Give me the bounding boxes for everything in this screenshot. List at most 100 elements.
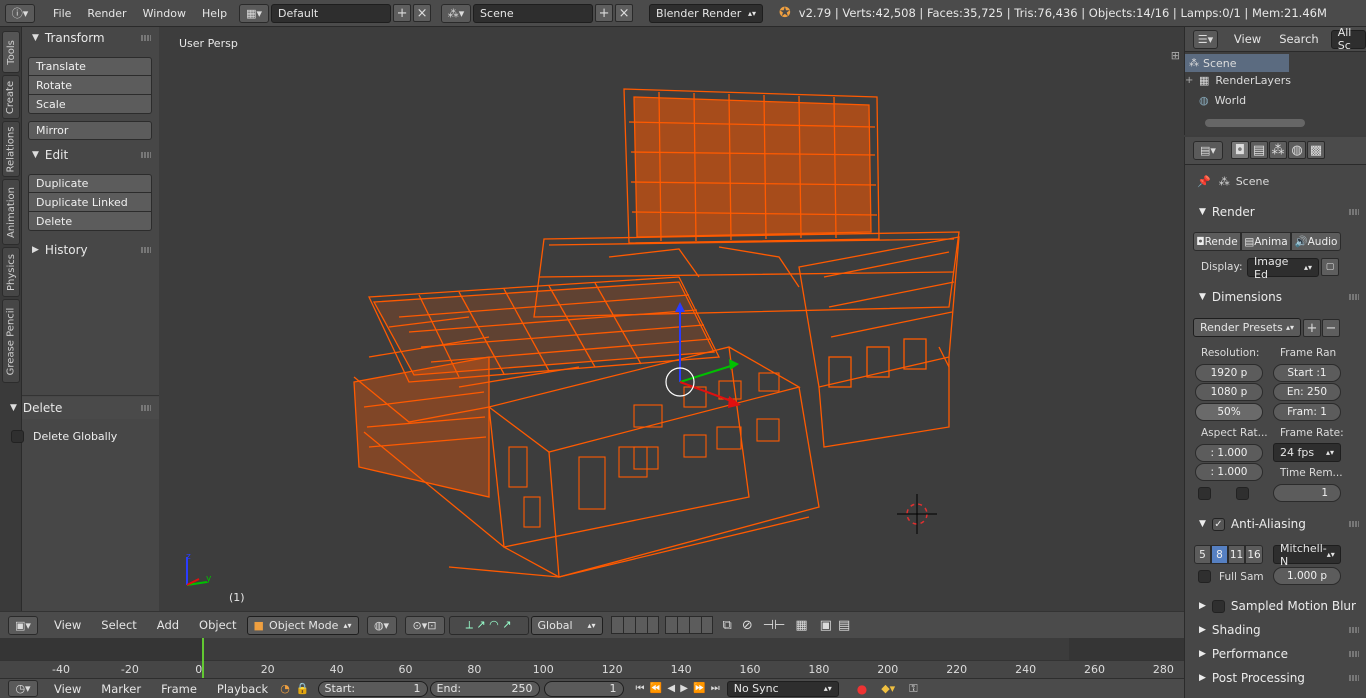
resolution-x-field[interactable]: 1920 p (1195, 364, 1263, 382)
add-preset-button[interactable]: + (1303, 319, 1321, 337)
menu-window[interactable]: Window (137, 3, 192, 23)
panel-transform-header[interactable]: ▼ Transform (22, 27, 159, 49)
panel-edit-header[interactable]: ▼ Edit (22, 144, 159, 166)
resolution-y-field[interactable]: 1080 p (1195, 383, 1263, 401)
panel-shading-header[interactable]: ▶ Shading (1185, 619, 1366, 641)
record-icon[interactable]: ● (857, 682, 867, 696)
scale-button[interactable]: Scale (28, 95, 152, 114)
layout-browse-button[interactable]: ▦▾ (239, 3, 270, 23)
menu-marker[interactable]: Marker (93, 682, 149, 696)
panel-history-header[interactable]: ▶ History (22, 239, 159, 261)
3d-viewport[interactable]: User Persp (1) ⊞ z y (159, 27, 1184, 611)
mode-selector[interactable]: ■ Object Mode ▴▾ (246, 615, 359, 635)
filter-size-field[interactable]: 1.000 p (1273, 567, 1341, 585)
grip-icon[interactable] (1349, 651, 1359, 657)
3d-cursor-icon[interactable] (897, 494, 937, 534)
orientation-selector[interactable]: Global ▴▾ (530, 615, 603, 635)
aa-samples-11[interactable]: 11 (1228, 545, 1245, 564)
translate-button[interactable]: Translate (28, 57, 152, 76)
layers-grid-2[interactable] (664, 616, 713, 634)
outliner-row-renderlayers[interactable]: + ▦ RenderLayers (1185, 74, 1291, 87)
editor-type-button[interactable]: ◷▾ (8, 680, 38, 697)
panel-antialiasing-header[interactable]: ▼ ✓ Anti-Aliasing (1185, 513, 1366, 535)
lock-layers-icon[interactable]: ⧉ (723, 618, 732, 633)
keying-set-icon[interactable]: ⚿ (909, 682, 917, 696)
panel-render-header[interactable]: ▼ Render (1185, 201, 1366, 223)
preview-range-icon[interactable]: ◔ (280, 682, 290, 695)
grip-icon[interactable] (141, 152, 151, 158)
scene-tab-icon[interactable]: ⁂ (1269, 141, 1287, 159)
layout-add-button[interactable]: + (393, 4, 412, 22)
render-presets-selector[interactable]: Render Presets ▴▾ (1193, 318, 1301, 337)
outliner-scrollbar[interactable] (1205, 119, 1305, 127)
editor-type-button[interactable]: ☰▾ (1193, 29, 1218, 49)
timeline-ruler[interactable]: -40 -20 0 20 40 60 80 100 120 140 160 180 200 220 240 2… (0, 660, 1184, 678)
frame-start-field[interactable]: Start :1 (1273, 364, 1341, 382)
grip-icon[interactable] (141, 35, 151, 41)
start-frame-field[interactable]: Start: 1 (317, 680, 428, 697)
pivot-point-button[interactable]: ⊙▾⊡ (404, 615, 445, 635)
frame-step-field[interactable]: Fram: 1 (1273, 403, 1341, 421)
motion-blur-checkbox[interactable] (1211, 599, 1225, 613)
display-mode-selector[interactable]: All Sc (1330, 26, 1366, 52)
delete-globally-option[interactable]: Delete Globally (11, 430, 117, 443)
resolution-percent-field[interactable]: 50% (1195, 403, 1263, 421)
tab-relations[interactable]: Relations (2, 121, 20, 177)
current-frame-field[interactable]: 1 (543, 680, 624, 697)
menu-help[interactable]: Help (196, 3, 233, 23)
scene-add-button[interactable]: + (595, 4, 614, 22)
viewport-shading-button[interactable]: ◍▾ (366, 615, 397, 635)
panel-dimensions-header[interactable]: ▼ Dimensions (1185, 286, 1366, 308)
context-tabs[interactable]: ◘ ▤ ⁂ ◍ ▩ (1231, 141, 1331, 160)
lock-icon[interactable]: 🔒 (296, 682, 310, 695)
grip-icon[interactable] (1349, 675, 1359, 681)
menu-search[interactable]: Search (1271, 32, 1327, 46)
aa-samples-8[interactable]: 8 (1211, 545, 1228, 564)
menu-file[interactable]: File (47, 3, 77, 23)
aspect-y-field[interactable]: : 1.000 (1195, 463, 1263, 481)
editor-type-button[interactable]: ⓘ▾ (5, 3, 35, 23)
panel-motion-blur-header[interactable]: ▶ Sampled Motion Blur (1185, 595, 1366, 617)
remove-preset-button[interactable]: − (1322, 319, 1340, 337)
menu-view[interactable]: View (46, 618, 89, 632)
scene-selector[interactable]: Scene (473, 3, 594, 23)
end-frame-field[interactable]: End: 250 (429, 680, 540, 697)
panel-operator-header[interactable]: ▼ Delete (10, 397, 159, 419)
tab-grease-pencil[interactable]: Grease Pencil (2, 299, 20, 383)
timeline[interactable]: -40 -20 0 20 40 60 80 100 120 140 160 180 200 220 240 2… (0, 638, 1184, 678)
editor-type-button[interactable]: ▣▾ (8, 615, 38, 635)
panel-post-processing-header[interactable]: ▶ Post Processing (1185, 667, 1366, 689)
render-engine-selector[interactable]: Blender Render ▴▾ (649, 3, 764, 23)
tab-tools[interactable]: Tools (2, 31, 20, 73)
duplicate-button[interactable]: Duplicate (28, 174, 152, 193)
menu-select[interactable]: Select (93, 618, 144, 632)
layout-remove-button[interactable]: × (413, 4, 432, 22)
crop-checkbox[interactable] (1236, 487, 1249, 500)
delete-button[interactable]: Delete (28, 212, 152, 231)
menu-view[interactable]: View (46, 682, 89, 696)
grip-icon[interactable] (141, 405, 151, 411)
grip-icon[interactable] (141, 247, 151, 253)
editor-type-button[interactable]: ▤▾ (1193, 141, 1223, 160)
delete-globally-checkbox[interactable] (11, 430, 24, 443)
border-checkbox[interactable] (1198, 487, 1211, 500)
render-image-button[interactable]: ◘ Rende (1193, 232, 1241, 251)
scene-remove-button[interactable]: × (615, 4, 634, 22)
menu-add[interactable]: Add (149, 618, 187, 632)
grip-icon[interactable] (1349, 294, 1359, 300)
aspect-x-field[interactable]: : 1.000 (1195, 444, 1263, 462)
frame-end-field[interactable]: En: 250 (1273, 383, 1341, 401)
current-frame-marker[interactable] (202, 638, 204, 678)
aa-samples-16[interactable]: 16 (1245, 545, 1263, 564)
scene-browse-button[interactable]: ⁂▾ (441, 3, 472, 23)
lock-interface-button[interactable]: ▢ (1321, 258, 1339, 276)
menu-frame[interactable]: Frame (153, 682, 205, 696)
expand-icon[interactable]: + (1185, 75, 1199, 86)
render-animation-icon[interactable]: ▤ (838, 618, 850, 633)
grip-icon[interactable] (1349, 209, 1359, 215)
menu-render[interactable]: Render (81, 3, 132, 23)
menu-playback[interactable]: Playback (209, 682, 276, 696)
keyframe-icon[interactable]: ◆▾ (881, 682, 895, 695)
grip-icon[interactable] (1349, 627, 1359, 633)
mirror-button[interactable]: Mirror (28, 121, 152, 140)
